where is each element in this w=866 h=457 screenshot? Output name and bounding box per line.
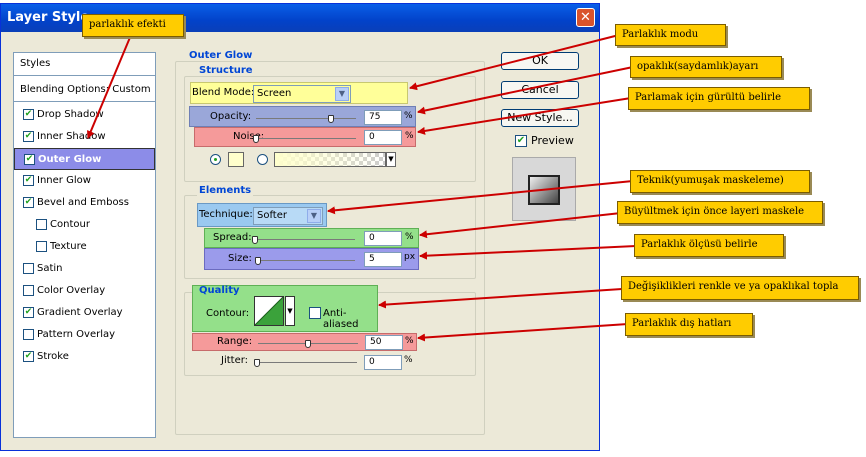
arrow-opacity: [417, 66, 634, 115]
callout-mode: Parlaklık modu: [615, 24, 726, 46]
arrow-effect: [87, 34, 132, 139]
arrow-technique: [327, 180, 634, 215]
arrow-size: [419, 245, 638, 260]
callout-effect: parlaklık efekti: [82, 14, 184, 37]
arrow-range: [417, 323, 629, 342]
arrow-mode: [409, 34, 620, 91]
callout-noise: Parlamak için gürültü belirle: [628, 87, 810, 110]
callout-size: Parlaklık ölçüsü belirle: [634, 234, 784, 257]
callout-contour: Değişiklikleri renkle ve ya opaklıkal to…: [621, 276, 859, 300]
callout-range: Parlaklık dış hatları: [625, 313, 753, 336]
arrow-contour: [378, 288, 623, 309]
callout-spread: Büyültmek için önce layeri maskele: [617, 201, 823, 224]
arrow-noise: [417, 97, 632, 135]
callout-opacity: opaklık(saydamlık)ayarı: [630, 56, 782, 78]
callout-technique: Teknik(yumuşak maskeleme): [630, 170, 810, 193]
arrow-spread: [419, 212, 622, 239]
